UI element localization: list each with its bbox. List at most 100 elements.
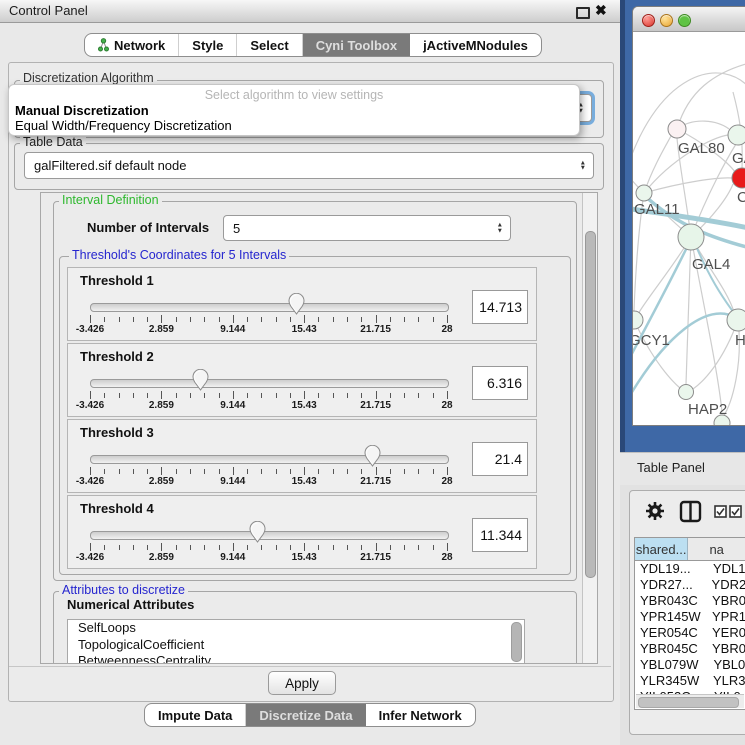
- minor-tick: [347, 469, 348, 474]
- network-node-h[interactable]: [727, 309, 745, 331]
- table-horizontal-scrollbar-thumb[interactable]: [638, 697, 739, 708]
- cell-shared-name[interactable]: YBL079W: [635, 657, 709, 673]
- major-tick: [447, 467, 448, 475]
- table-row[interactable]: YER054CYER0: [635, 625, 745, 641]
- attribute-list-item[interactable]: BetweennessCentrality: [68, 653, 524, 664]
- apply-button[interactable]: Apply: [268, 671, 336, 695]
- cell-shared-name[interactable]: YBR045C: [635, 641, 708, 657]
- cell-name[interactable]: YPR1: [708, 609, 745, 625]
- tab-infer-network[interactable]: Infer Network: [366, 704, 475, 726]
- slider-track[interactable]: [90, 303, 449, 312]
- column-header-name[interactable]: na: [688, 538, 745, 560]
- control-panel-titlebar: [0, 0, 620, 23]
- checkbox-checked-icon[interactable]: [729, 505, 742, 518]
- settings-scrollbar-thumb[interactable]: [585, 231, 596, 578]
- close-panel-icon[interactable]: ✖: [595, 2, 607, 19]
- slider-thumb[interactable]: [249, 521, 266, 543]
- list-scrollbar-thumb[interactable]: [511, 622, 522, 662]
- tick-label: -3.426: [76, 552, 104, 563]
- minor-tick: [247, 469, 248, 474]
- network-node-label: GCY1: [633, 332, 670, 349]
- slider-thumb[interactable]: [288, 293, 305, 315]
- tab-jactivemnodules[interactable]: jActiveMNodules: [410, 34, 541, 56]
- algorithm-option-equal-width[interactable]: Equal Width/Frequency Discretization: [15, 118, 232, 133]
- major-tick: [376, 315, 377, 323]
- minor-tick: [219, 469, 220, 474]
- checkbox-checked-icon[interactable]: [714, 505, 727, 518]
- network-node-hap2[interactable]: [679, 385, 694, 400]
- split-columns-icon[interactable]: [679, 500, 702, 523]
- minor-tick: [347, 393, 348, 398]
- cell-shared-name[interactable]: YDR27...: [635, 577, 708, 593]
- table-row[interactable]: YLR345WYLR3: [635, 673, 745, 689]
- threshold-value-field[interactable]: 11.344: [472, 518, 528, 552]
- table-horizontal-scrollbar[interactable]: [636, 694, 744, 708]
- cell-shared-name[interactable]: YER054C: [635, 625, 708, 641]
- table-row[interactable]: YDL19...YDL1: [635, 561, 745, 577]
- cell-shared-name[interactable]: YBR043C: [635, 593, 708, 609]
- cell-name[interactable]: YER0: [708, 625, 745, 641]
- cell-shared-name[interactable]: YDL19...: [635, 561, 709, 577]
- tick-label: 15.43: [292, 476, 317, 487]
- slider-track[interactable]: [90, 455, 449, 464]
- tab-impute-data[interactable]: Impute Data: [145, 704, 246, 726]
- minimize-traffic-light[interactable]: [660, 14, 673, 27]
- table-data-label: Table Data: [20, 136, 86, 149]
- table-row[interactable]: YBR043CYBR0: [635, 593, 745, 609]
- threshold-value-field[interactable]: 6.316: [472, 366, 528, 400]
- cell-name[interactable]: YBL0: [709, 657, 745, 673]
- tab-style[interactable]: Style: [179, 34, 237, 56]
- slider-track[interactable]: [90, 531, 449, 540]
- app-root: Control Panel ✖ NetworkStyleSelectCyni T…: [0, 0, 745, 745]
- table-row[interactable]: YPR145WYPR1: [635, 609, 745, 625]
- threshold-value-field[interactable]: 14.713: [472, 290, 528, 324]
- list-scrollbar[interactable]: [511, 622, 522, 662]
- table-data-combobox[interactable]: galFiltered.sif default node ▲▼: [24, 152, 594, 179]
- threshold-panel-3: Threshold 3-3.4262.8599.14415.4321.71528…: [67, 419, 537, 493]
- cell-name[interactable]: YBR0: [708, 641, 745, 657]
- cell-name[interactable]: YDL1: [709, 561, 745, 577]
- tab-cyni-toolbox[interactable]: Cyni Toolbox: [303, 34, 410, 56]
- table-row[interactable]: YDR27...YDR2: [635, 577, 745, 593]
- slider-thumb[interactable]: [192, 369, 209, 391]
- network-node-gal4[interactable]: [678, 224, 704, 250]
- gear-icon[interactable]: [645, 501, 665, 521]
- tab-select[interactable]: Select: [237, 34, 302, 56]
- float-window-icon[interactable]: [576, 7, 590, 19]
- cell-name[interactable]: YLR3: [709, 673, 745, 689]
- settings-scrollbar[interactable]: [582, 193, 597, 663]
- threshold-label: Threshold 2: [80, 349, 154, 364]
- close-traffic-light[interactable]: [642, 14, 655, 27]
- cell-shared-name[interactable]: YPR145W: [635, 609, 708, 625]
- tick-label: -3.426: [76, 400, 104, 411]
- slider-thumb[interactable]: [364, 445, 381, 467]
- algorithm-option-manual[interactable]: Manual Discretization: [15, 103, 149, 118]
- network-node-gcy1[interactable]: [633, 311, 643, 329]
- minor-tick: [390, 469, 391, 474]
- attribute-list-item[interactable]: TopologicalCoefficient: [68, 637, 524, 654]
- network-node-gal80[interactable]: [668, 120, 686, 138]
- column-header-shared-name[interactable]: shared...: [635, 538, 688, 560]
- major-tick: [233, 467, 234, 475]
- tick-label: 2.859: [149, 552, 174, 563]
- minor-tick: [404, 545, 405, 550]
- table-body[interactable]: YDL19...YDL1YDR27...YDR2YBR043CYBR0YPR14…: [635, 561, 745, 696]
- attribute-list-item[interactable]: SelfLoops: [68, 620, 524, 637]
- cell-name[interactable]: YDR2: [708, 577, 745, 593]
- tab-discretize-data[interactable]: Discretize Data: [246, 704, 365, 726]
- cell-shared-name[interactable]: YLR345W: [635, 673, 709, 689]
- cell-name[interactable]: YBR0: [708, 593, 745, 609]
- slider-track[interactable]: [90, 379, 449, 388]
- zoom-traffic-light[interactable]: [678, 14, 691, 27]
- network-node-gal11[interactable]: [636, 185, 652, 201]
- number-of-intervals-combobox[interactable]: 5 ▲▼: [223, 215, 511, 241]
- network-canvas[interactable]: GAL80GACGAL11GAL4GCY1HHAP2: [633, 32, 745, 425]
- minor-tick: [190, 469, 191, 474]
- tab-network[interactable]: Network: [85, 34, 179, 56]
- network-node-ga[interactable]: [728, 125, 745, 145]
- table-row[interactable]: YBR045CYBR0: [635, 641, 745, 657]
- threshold-value-field[interactable]: 21.4: [472, 442, 528, 476]
- table-row[interactable]: YBL079WYBL0: [635, 657, 745, 673]
- network-window-titlebar[interactable]: [633, 7, 745, 32]
- numerical-attributes-list[interactable]: SelfLoopsTopologicalCoefficientBetweenne…: [67, 619, 525, 664]
